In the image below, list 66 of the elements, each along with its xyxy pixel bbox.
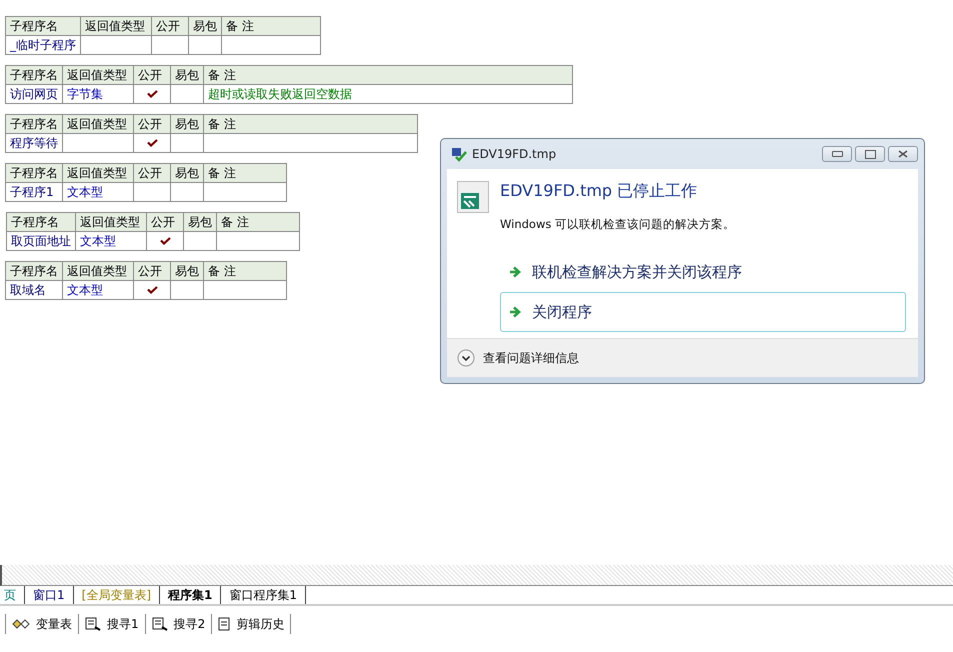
command-link[interactable]: 联机检查解决方案并关闭该程序 (500, 252, 906, 292)
table-cell (80, 36, 152, 54)
dialog-message: Windows 可以联机检查该问题的解决方案。 (500, 217, 735, 232)
column-header: 公开 (134, 66, 170, 84)
column-header: 公开 (134, 164, 170, 182)
column-header: 返回值类型 (62, 262, 134, 280)
table-cell: 访问网页 (6, 84, 62, 104)
document-icon (218, 617, 230, 631)
search-icon (152, 617, 168, 631)
column-header: 子程序名 (6, 212, 76, 232)
minimize-button[interactable] (822, 146, 852, 162)
checkmark-icon (146, 90, 158, 98)
column-header: 易包 (188, 16, 222, 36)
table-cell: _临时子程序 (6, 36, 80, 54)
column-header: 备 注 (204, 262, 286, 280)
column-header: 返回值类型 (80, 16, 152, 36)
column-header: 返回值类型 (62, 164, 134, 182)
column-header: 备 注 (216, 212, 300, 232)
column-header: 备 注 (204, 114, 418, 134)
column-header: 子程序名 (6, 66, 62, 84)
column-header: 公开 (152, 16, 188, 36)
column-header: 公开 (146, 212, 184, 232)
column-header: 公开 (134, 262, 170, 280)
table-cell: 文本型 (76, 232, 146, 250)
diamonds-icon (12, 618, 30, 630)
column-header: 易包 (170, 262, 204, 280)
column-header: 备 注 (204, 164, 286, 182)
close-button[interactable] (888, 146, 918, 162)
window-title: EDV19FD.tmp (472, 147, 556, 161)
app-icon (451, 146, 467, 162)
table-cell: 超时或读取失败返回空数据 (204, 84, 572, 104)
arrow-icon (509, 306, 522, 318)
search-icon (85, 617, 101, 631)
column-header: 返回值类型 (62, 66, 134, 84)
maximize-button[interactable] (855, 146, 885, 162)
table-cell: 程序等待 (6, 134, 62, 152)
close-icon (898, 150, 908, 158)
column-header: 易包 (170, 114, 204, 134)
table-cell: 取域名 (6, 280, 62, 300)
dialog-heading: EDV19FD.tmp 已停止工作 (500, 181, 698, 202)
column-header: 子程序名 (6, 16, 80, 36)
column-header: 返回值类型 (62, 114, 134, 134)
column-header: 备 注 (222, 16, 320, 36)
arrow-icon (509, 266, 522, 278)
table-cell: 文本型 (62, 182, 134, 202)
program-icon (457, 181, 489, 213)
checkmark-icon (146, 139, 158, 147)
command-link[interactable]: 关闭程序 (500, 292, 906, 332)
table-cell: 字节集 (62, 84, 134, 104)
checkmark-icon (160, 237, 170, 245)
table-cell: 取页面地址 (6, 232, 76, 250)
column-header: 易包 (170, 164, 204, 182)
column-header: 备 注 (204, 66, 572, 84)
checkmark-icon (146, 286, 158, 294)
column-header: 易包 (184, 212, 216, 232)
column-header: 易包 (170, 66, 204, 84)
column-header: 子程序名 (6, 164, 62, 182)
chevron-down-icon (457, 349, 475, 367)
column-header: 子程序名 (6, 262, 62, 280)
horizontal-scrollbar[interactable] (0, 565, 953, 586)
table-cell: 子程序1 (6, 182, 62, 202)
table-cell: 文本型 (62, 280, 134, 300)
column-header: 子程序名 (6, 114, 62, 134)
column-header: 返回值类型 (76, 212, 146, 232)
details-toggle[interactable]: 查看问题详细信息 (457, 349, 579, 367)
column-header: 公开 (134, 114, 170, 134)
